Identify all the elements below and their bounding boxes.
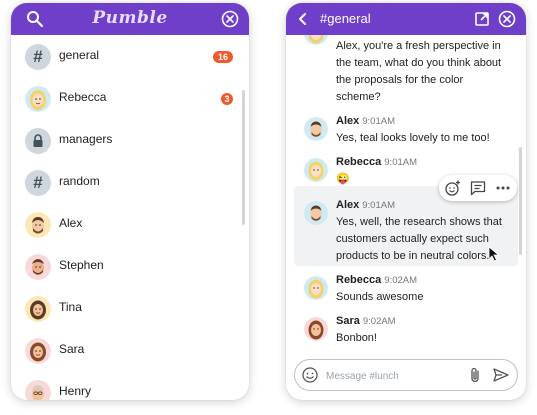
message-text: Sounds awesome	[336, 291, 424, 303]
left-top-bar: Pumble	[11, 3, 249, 35]
message-actions-toolbar	[439, 175, 517, 201]
author-name: Sara	[336, 315, 360, 327]
author-name: Rebecca	[336, 274, 382, 286]
sidebar-item-alex[interactable]: Alex	[11, 203, 249, 245]
sidebar-item-managers[interactable]: managers	[11, 119, 249, 161]
message-text: Bonbon!	[336, 332, 377, 344]
pumble-logo: Pumble	[92, 8, 168, 28]
message-line: the team, what do you think about	[336, 57, 502, 69]
sidebar-item-rebecca[interactable]: Rebecca 3	[11, 77, 249, 119]
scrollbar[interactable]	[519, 147, 522, 255]
unread-badge: 3	[221, 93, 233, 105]
emoji-icon[interactable]	[300, 365, 320, 385]
sidebar-item-general[interactable]: # general 16	[11, 35, 249, 77]
chat-top-bar: #general	[286, 3, 526, 35]
message-list: Alex, you're a fresh perspective in the …	[286, 35, 526, 355]
lock-icon	[25, 128, 51, 154]
message-author: Rebecca 9:01AM	[336, 156, 417, 168]
avatar-alex	[304, 201, 328, 225]
reply-thread-icon[interactable]	[469, 179, 487, 197]
message-author: Rebecca 9:02AM	[336, 274, 417, 286]
message-line: customers actually expect such	[336, 233, 489, 245]
chevron-left-icon[interactable]	[293, 9, 313, 29]
message-line: products to be in neutral colors.	[336, 250, 490, 262]
message-line: scheme?	[336, 91, 381, 103]
channel-title: #general	[320, 11, 371, 26]
sidebar-item-label: random	[59, 174, 100, 188]
message-time: 9:01AM	[362, 116, 395, 127]
avatar-alex	[25, 212, 51, 238]
avatar-alex	[304, 117, 328, 141]
avatar-tina	[25, 296, 51, 322]
sidebar-item-label: Rebecca	[59, 90, 107, 104]
avatar-rebecca	[304, 35, 328, 45]
avatar-rebecca	[304, 276, 328, 300]
sidebar-item-henry[interactable]: Henry	[11, 371, 249, 400]
avatar-henry	[25, 380, 51, 400]
sidebar-item-tina[interactable]: Tina	[11, 287, 249, 329]
message-text: Alex, you're a fresh perspective in the …	[336, 38, 511, 106]
message-author: Alex 9:01AM	[336, 199, 395, 211]
message-text: Yes, well, the research shows that custo…	[336, 214, 511, 265]
message-line: Alex, you're a fresh perspective in	[336, 40, 501, 52]
unread-badge: 16	[213, 51, 233, 63]
sidebar-item-label: Stephen	[59, 258, 104, 272]
more-icon[interactable]	[494, 179, 512, 197]
sidebar-item-label: general	[59, 48, 100, 62]
sidebar-item-label: Tina	[59, 300, 82, 314]
channel-list-panel: Pumble # general 16 Rebecca 3 managers #…	[11, 3, 249, 400]
message-time: 9:01AM	[384, 157, 418, 168]
sidebar-item-label: Henry	[59, 384, 92, 398]
add-reaction-icon[interactable]	[444, 179, 462, 197]
avatar-rebecca	[25, 86, 51, 112]
sidebar-item-stephen[interactable]: Stephen	[11, 245, 249, 287]
avatar-sara	[25, 338, 51, 364]
author-name: Alex	[336, 115, 360, 127]
scrollbar[interactable]	[242, 90, 245, 225]
sidebar-item-label: Sara	[59, 342, 85, 356]
message-author: Sara 9:02AM	[336, 315, 396, 327]
avatar-stephen	[25, 254, 51, 280]
message-composer	[294, 359, 518, 391]
message-input[interactable]	[324, 366, 458, 386]
sidebar-item-sara[interactable]: Sara	[11, 329, 249, 371]
message-author: Alex 9:01AM	[336, 115, 395, 127]
author-name: Alex	[336, 199, 360, 211]
message-time: 9:01AM	[362, 200, 395, 211]
message-line: the proposals for the color	[336, 74, 464, 86]
mouse-cursor-icon	[488, 246, 500, 262]
channel-list: # general 16 Rebecca 3 managers # random	[11, 35, 249, 400]
message-time: 9:02AM	[362, 316, 396, 327]
sidebar-item-label: managers	[59, 132, 113, 146]
message-text: Yes, teal looks lovely to me too!	[336, 132, 490, 144]
hash-icon: #	[25, 170, 51, 196]
close-icon[interactable]	[220, 9, 240, 29]
message-line: Yes, well, the research shows that	[336, 216, 502, 228]
author-name: Rebecca	[336, 156, 382, 168]
send-icon[interactable]	[491, 365, 511, 385]
popout-icon[interactable]	[472, 9, 492, 29]
close-icon[interactable]	[497, 9, 517, 29]
chat-panel: #general Alex, you're a fresh perspectiv…	[286, 3, 526, 400]
sidebar-item-label: Alex	[59, 216, 83, 230]
avatar-sara	[304, 317, 328, 341]
attach-icon[interactable]	[465, 365, 485, 385]
message-time: 9:02AM	[384, 275, 418, 286]
sidebar-item-random[interactable]: # random	[11, 161, 249, 203]
hash-icon: #	[25, 44, 51, 70]
avatar-rebecca	[304, 158, 328, 182]
